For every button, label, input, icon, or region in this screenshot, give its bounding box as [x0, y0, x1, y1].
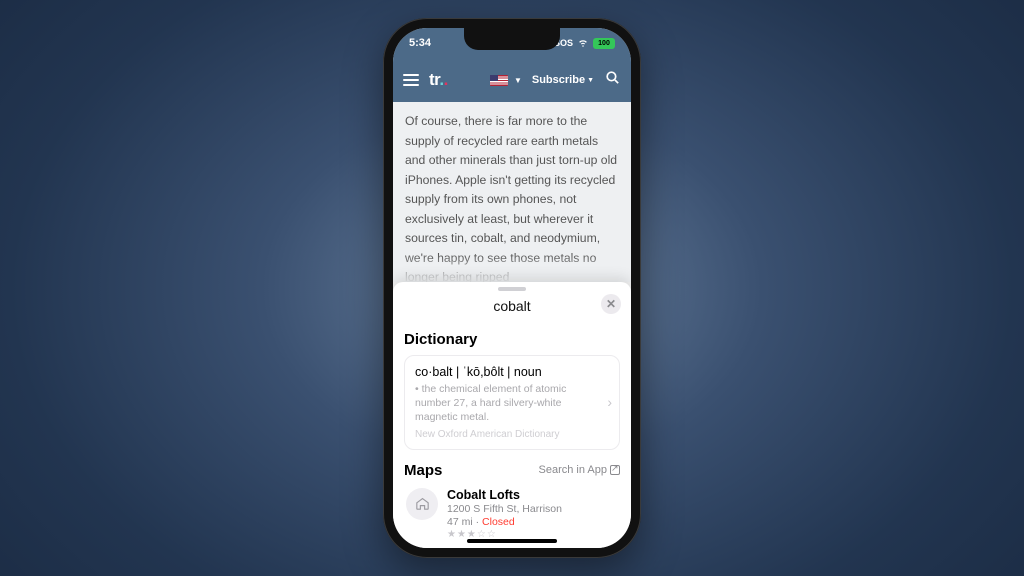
place-category-icon	[406, 488, 438, 520]
search-in-app-label: Search in App	[539, 464, 608, 476]
subscribe-button[interactable]: Subscribe ▼	[532, 74, 594, 86]
external-link-icon	[610, 465, 620, 475]
chevron-down-icon: ▼	[514, 76, 522, 85]
maps-section-title: Maps	[404, 462, 442, 479]
battery-indicator: 100	[593, 38, 615, 49]
wifi-icon	[577, 36, 589, 50]
maps-result-status: Closed	[482, 516, 515, 528]
notch	[464, 28, 560, 50]
status-time: 5:34	[409, 37, 431, 49]
lookup-term: cobalt	[493, 298, 530, 314]
phone-screen: 5:34 SOS 100 tr.. ▼ Subscribe ▼	[393, 28, 631, 548]
sheet-grabber[interactable]	[498, 287, 526, 291]
site-logo[interactable]: tr..	[429, 70, 448, 90]
home-indicator[interactable]	[467, 539, 557, 543]
dictionary-definition: • the chemical element of atomic number …	[415, 382, 609, 425]
phone-frame: 5:34 SOS 100 tr.. ▼ Subscribe ▼	[383, 18, 641, 558]
dictionary-section-title: Dictionary	[404, 331, 477, 348]
search-button[interactable]	[604, 69, 621, 91]
chevron-right-icon: ›	[607, 394, 612, 410]
article-body[interactable]: Of course, there is far more to the supp…	[393, 102, 631, 282]
maps-result-distance: 47 mi	[447, 516, 473, 528]
chevron-down-icon: ▼	[587, 77, 594, 84]
maps-result-card[interactable]: Cobalt Lofts 1200 S Fifth St, Harrison 4…	[404, 486, 620, 540]
maps-result-name: Cobalt Lofts	[447, 488, 620, 502]
close-button[interactable]: ✕	[601, 294, 621, 314]
dictionary-source: New Oxford American Dictionary	[415, 429, 609, 440]
subscribe-label: Subscribe	[532, 74, 585, 86]
lookup-sheet: cobalt ✕ Dictionary co·balt | ˈkō,bôlt |…	[393, 282, 631, 548]
maps-result-rating: ★★★☆☆	[447, 529, 620, 540]
dictionary-headword: co·balt | ˈkō,bôlt | noun	[415, 365, 609, 379]
close-icon: ✕	[606, 297, 616, 311]
region-flag-us[interactable]	[490, 75, 508, 86]
menu-button[interactable]	[403, 74, 419, 86]
maps-result-address: 1200 S Fifth St, Harrison	[447, 503, 620, 515]
dictionary-card[interactable]: co·balt | ˈkō,bôlt | noun • the chemical…	[404, 355, 620, 450]
search-in-app-link[interactable]: Search in App	[539, 464, 621, 476]
